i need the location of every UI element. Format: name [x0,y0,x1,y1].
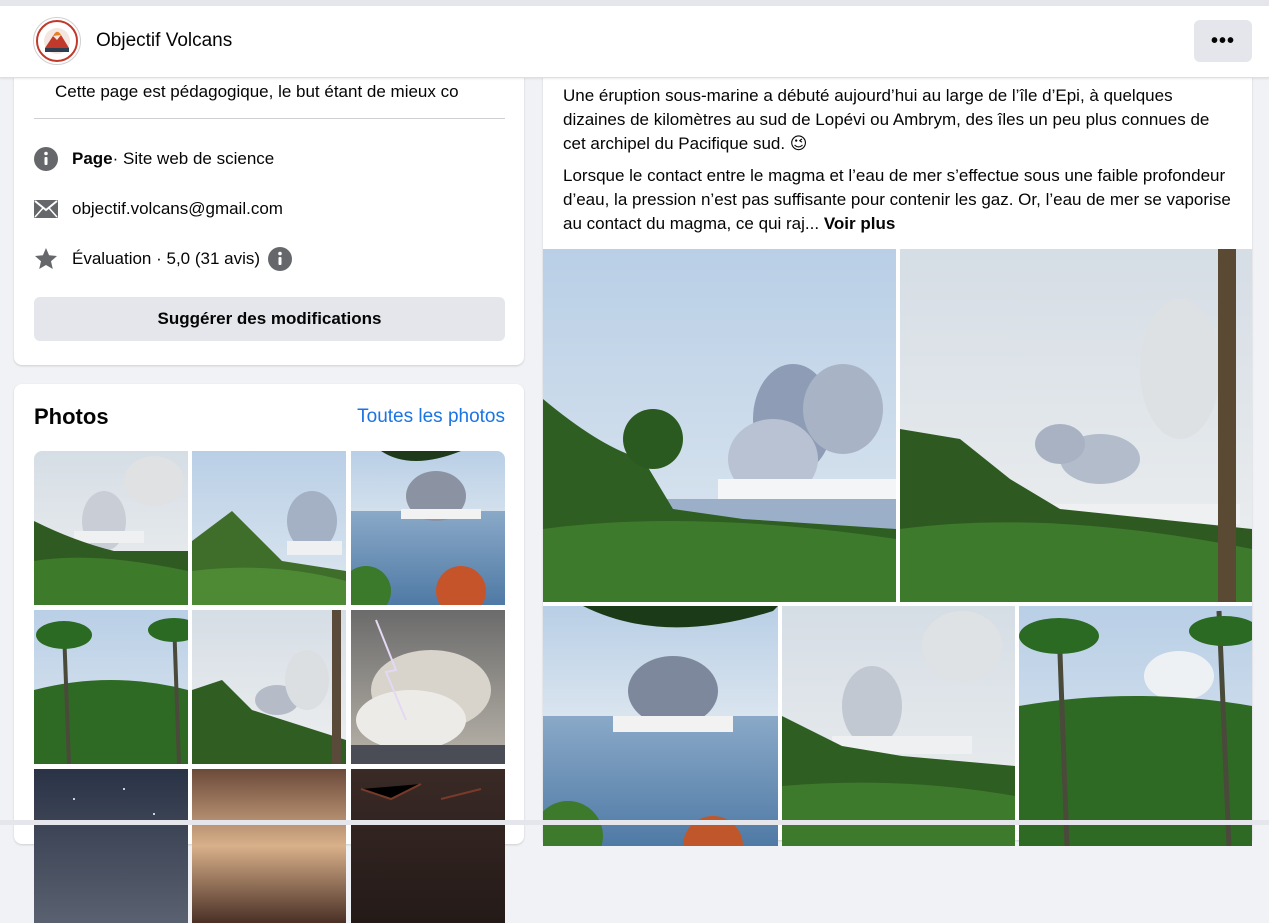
intro-text: Cette page est pédagogique, le but étant… [55,82,459,101]
photo-thumbnail[interactable] [192,451,346,605]
email-row: objectif.volcans@gmail.com [34,195,283,223]
info-icon [34,147,58,171]
photo-thumbnail[interactable] [351,769,505,923]
see-all-photos-link[interactable]: Toutes les photos [357,406,505,428]
email-link[interactable]: objectif.volcans@gmail.com [72,199,283,219]
post-paragraph-2: Lorsque le contact entre le magma et l’e… [563,164,1233,236]
post-photo[interactable] [543,606,778,846]
post-photo[interactable] [1019,606,1252,846]
post-photo[interactable] [543,249,896,602]
post-photo[interactable] [782,606,1015,846]
photo-thumbnail[interactable] [34,451,188,605]
envelope-icon [34,197,58,221]
page-title[interactable]: Objectif Volcans [96,30,232,52]
post-card: Une éruption sous-marine a débuté aujour… [543,40,1252,846]
post-paragraph: Une éruption sous-marine a débuté aujour… [563,86,1210,153]
photo-thumbnail[interactable] [34,769,188,923]
divider [34,118,505,119]
category-row: Page · Site web de science [34,145,274,173]
photo-thumbnail[interactable] [34,610,188,764]
post-photo[interactable] [900,249,1252,602]
info-icon[interactable] [268,247,293,271]
category-label: Page [72,149,113,168]
photo-thumbnail[interactable] [192,610,346,764]
about-card: Cette page est pédagogique, le but étant… [14,40,524,365]
post-body: Une éruption sous-marine a débuté aujour… [563,84,1233,244]
post-paragraph-text: Lorsque le contact entre le magma et l’e… [563,166,1231,233]
star-icon [34,247,58,271]
see-more-link[interactable]: Voir plus [824,214,895,233]
photo-thumbnail[interactable] [351,451,505,605]
browser-bottom-strip [0,820,1269,825]
photos-card: Photos Toutes les photos [14,384,524,923]
suggest-edits-button[interactable]: Suggérer des modifications [34,297,505,341]
photo-thumbnail[interactable] [351,610,505,764]
page-header: Objectif Volcans ••• [0,6,1269,78]
rating-row: Évaluation · 5,0 (31 avis) [34,245,293,273]
rating-text[interactable]: Évaluation · 5,0 (31 avis) [72,249,260,269]
category-value: · Site web de science [112,149,275,168]
more-options-button[interactable]: ••• [1194,20,1252,62]
photos-heading: Photos [34,404,109,429]
photo-thumbnail[interactable] [192,769,346,923]
page-logo[interactable] [33,17,81,65]
